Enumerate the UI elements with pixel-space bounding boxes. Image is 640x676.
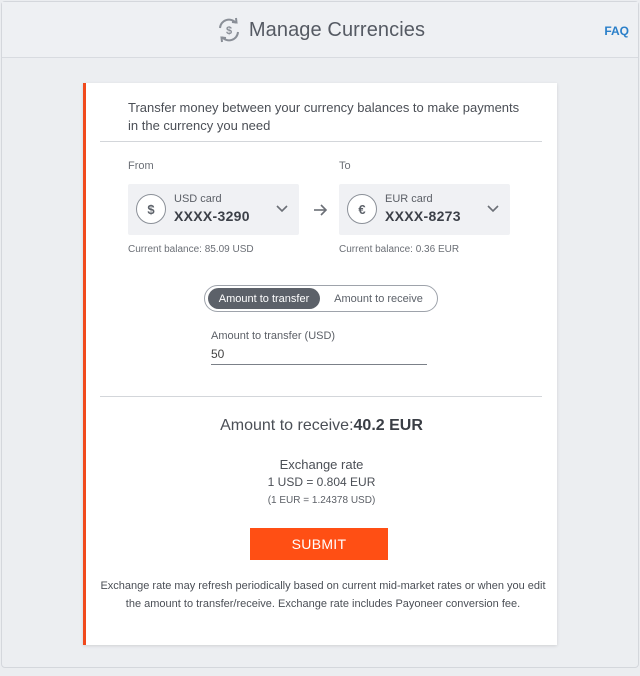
- to-card-name: EUR card: [385, 193, 433, 205]
- to-balance: Current balance: 0.36 EUR: [339, 244, 460, 255]
- exchange-rate-title: Exchange rate: [279, 457, 364, 472]
- eur-currency-icon: €: [347, 194, 377, 224]
- exchange-rate-value: 1 USD = 0.804 EUR: [267, 475, 376, 489]
- from-card-name: USD card: [174, 193, 222, 205]
- intro-text: Transfer money between your currency bal…: [128, 100, 520, 133]
- chevron-down-icon: [487, 205, 499, 213]
- page-title: Manage Currencies: [248, 18, 426, 41]
- from-balance: Current balance: 85.09 USD: [128, 244, 254, 255]
- divider: [100, 141, 542, 142]
- from-card-number: XXXX-3290: [174, 208, 250, 224]
- amount-label: Amount to transfer (USD): [211, 330, 336, 342]
- faq-link[interactable]: FAQ: [604, 24, 629, 38]
- disclaimer-text: Exchange rate may refresh periodically b…: [100, 580, 546, 610]
- svg-text:$: $: [226, 25, 232, 37]
- to-label: To: [339, 160, 351, 172]
- amount-input[interactable]: [211, 344, 427, 365]
- from-currency-select[interactable]: $ USD card XXXX-3290: [128, 184, 299, 235]
- currency-exchange-icon: $: [218, 17, 239, 43]
- arrow-right-icon: [314, 204, 328, 216]
- header: $ Manage Currencies FAQ: [2, 2, 638, 58]
- chevron-down-icon: [276, 205, 288, 213]
- submit-button[interactable]: SUBMIT: [250, 528, 388, 560]
- amount-mode-toggle: Amount to transfer Amount to receive: [204, 285, 438, 312]
- receive-value: 40.2 EUR: [353, 417, 423, 434]
- transfer-card: Transfer money between your currency bal…: [83, 83, 557, 645]
- from-label: From: [128, 160, 154, 172]
- amount-to-receive: Amount to receive:40.2 EUR: [86, 417, 557, 435]
- to-card-number: XXXX-8273: [385, 208, 461, 224]
- to-currency-select[interactable]: € EUR card XXXX-8273: [339, 184, 510, 235]
- tab-amount-to-transfer[interactable]: Amount to transfer: [208, 288, 320, 309]
- usd-currency-icon: $: [136, 194, 166, 224]
- divider: [100, 396, 542, 397]
- receive-label: Amount to receive:: [220, 417, 354, 434]
- tab-amount-to-receive[interactable]: Amount to receive: [320, 288, 437, 309]
- exchange-rate-inverse: (1 EUR = 1.24378 USD): [267, 495, 376, 506]
- header-title-group: $ Manage Currencies: [2, 14, 638, 46]
